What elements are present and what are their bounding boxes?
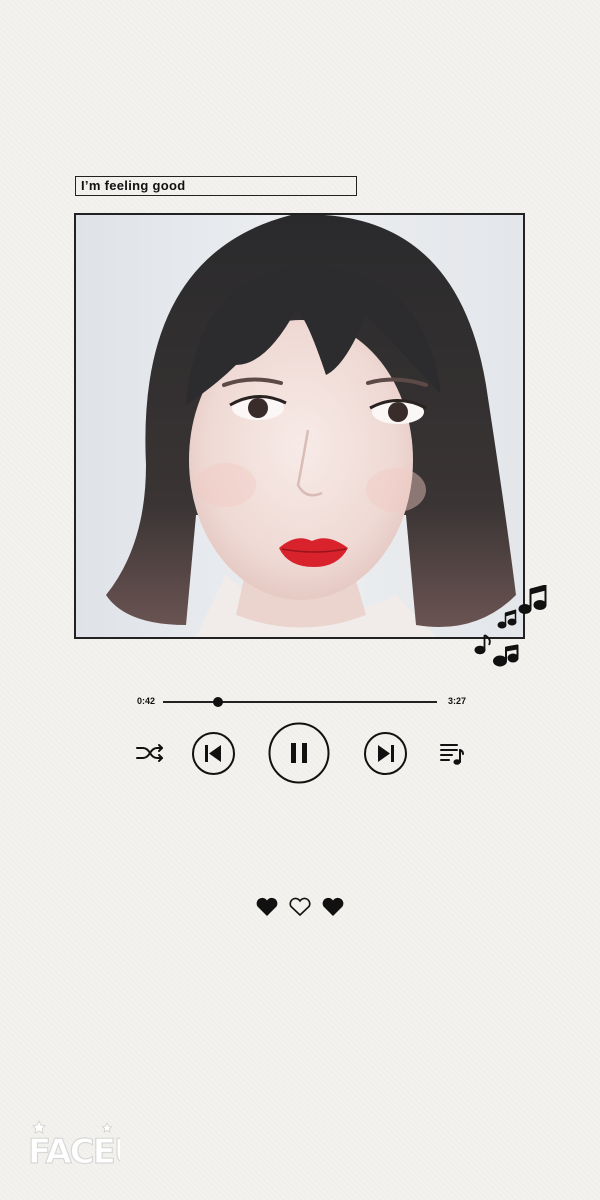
progress-knob[interactable] [212, 697, 223, 707]
outline-heart-icon [289, 897, 311, 917]
portrait-image [76, 215, 523, 637]
next-button[interactable] [363, 731, 408, 776]
previous-button[interactable] [191, 731, 236, 776]
total-time: 3:27 [447, 696, 466, 706]
progress-bar[interactable]: 0:42 3:27 [130, 692, 470, 712]
pause-button[interactable] [268, 722, 330, 784]
filled-heart-icon [322, 897, 344, 916]
hearts-decoration [255, 895, 345, 919]
music-notes-icon [474, 585, 547, 667]
filled-heart-icon [256, 897, 278, 916]
pause-icon [291, 743, 296, 763]
watermark-text: FACEU [28, 1132, 120, 1172]
album-art-photo [74, 213, 525, 639]
song-title: I’m feeling good [75, 176, 357, 196]
elapsed-time: 0:42 [137, 696, 156, 706]
shuffle-icon[interactable] [135, 743, 165, 763]
playback-controls [130, 722, 470, 784]
faceu-watermark-logo: FACEU [27, 1120, 120, 1173]
playlist-icon[interactable] [439, 742, 465, 766]
progress-track[interactable] [163, 701, 437, 703]
